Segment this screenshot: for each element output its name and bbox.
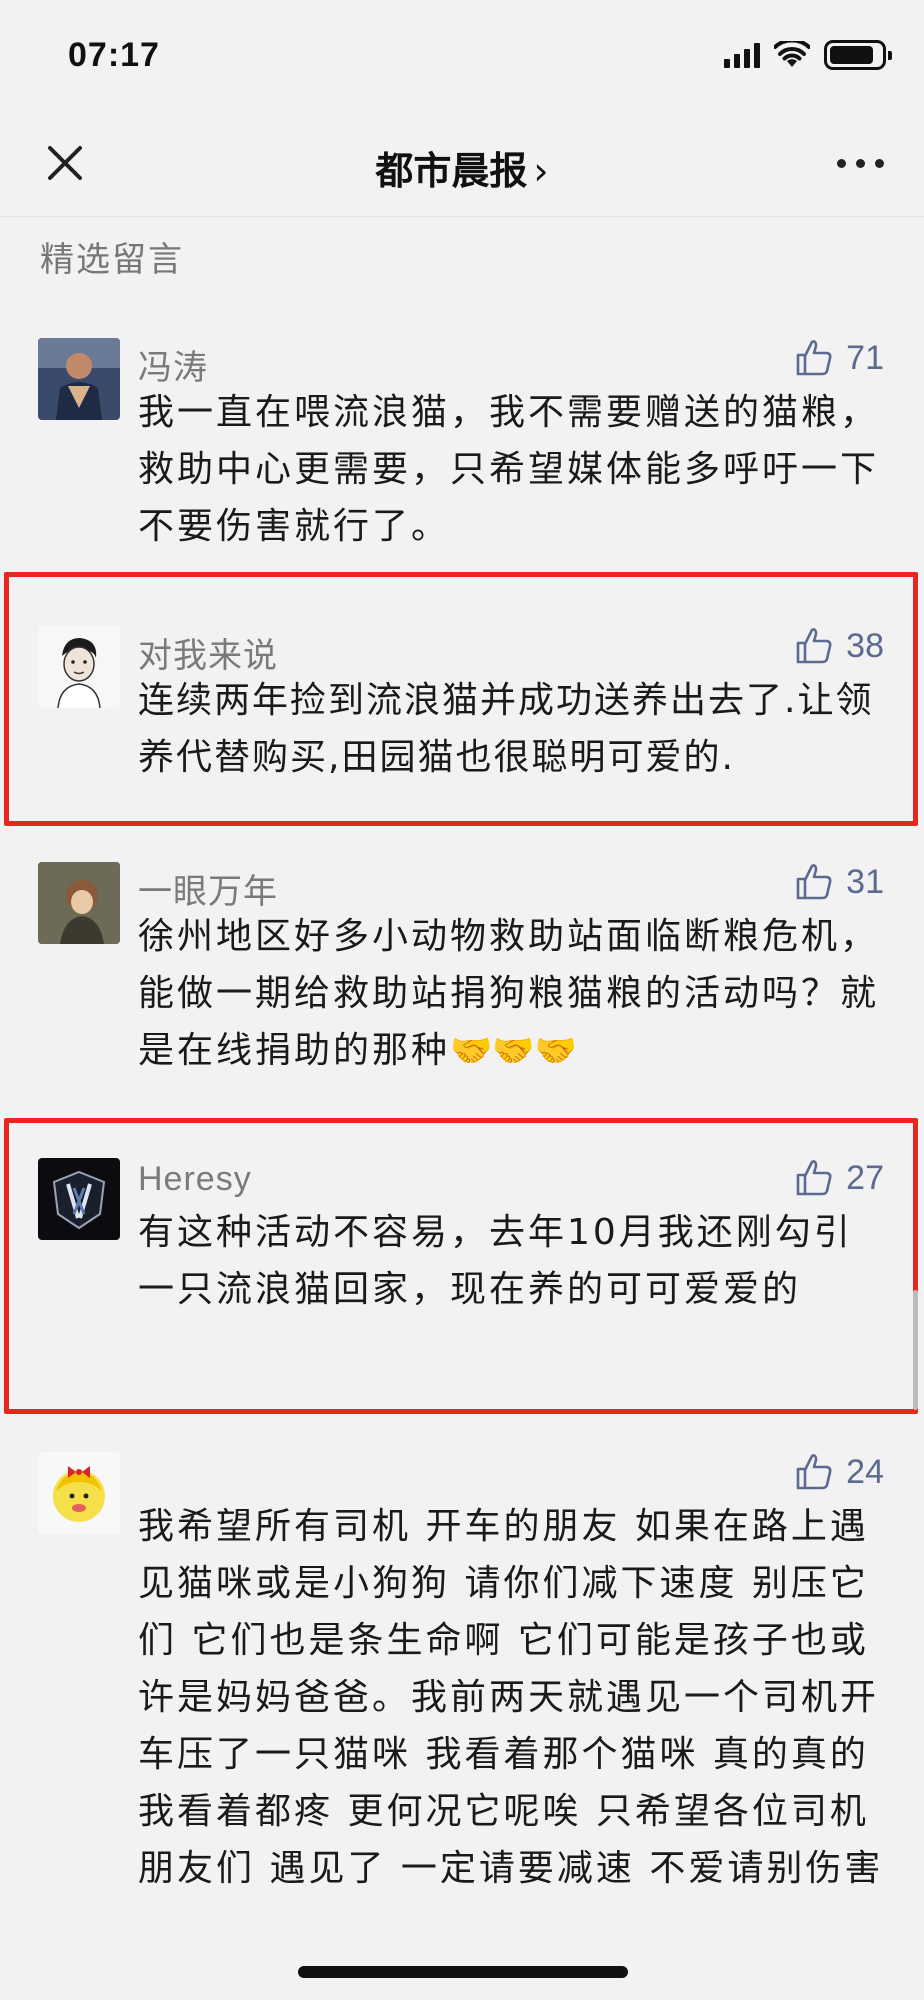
comment-author: Heresy xyxy=(138,1160,252,1198)
avatar[interactable] xyxy=(38,626,120,708)
thumb-up-icon xyxy=(796,1160,832,1196)
avatar[interactable] xyxy=(38,1158,120,1240)
nav-bar: 都市晨报 › xyxy=(0,110,924,216)
like-count: 38 xyxy=(846,626,884,665)
account-name: 都市晨报 xyxy=(375,149,528,193)
signal-icon xyxy=(724,42,760,68)
scrollbar[interactable] xyxy=(913,1290,918,1410)
avatar[interactable] xyxy=(38,1452,120,1534)
home-indicator[interactable] xyxy=(298,1966,628,1978)
comment-author: 对我来说 xyxy=(138,636,278,676)
comment-text: 我希望所有司机 开车的朋友 如果在路上遇见猫咪或是小狗狗 请你们减下速度 别压它… xyxy=(138,1506,884,1889)
comment-text: 徐州地区好多小动物救助站面临断粮危机，能做一期给救助站捐狗粮猫粮的活动吗？就是在… xyxy=(138,908,888,1080)
comment-text: 我一直在喂流浪猫，我不需要赠送的猫粮，救助中心更需要，只希望媒体能多呼吁一下不要… xyxy=(138,392,880,547)
comment-text: 连续两年捡到流浪猫并成功送养出去了.让领养代替购买,田园猫也很聪明可爱的. xyxy=(138,680,874,778)
battery-icon xyxy=(824,40,892,70)
comment-author: 冯涛 xyxy=(138,348,208,388)
status-icons xyxy=(724,40,892,70)
chevron-right-icon: › xyxy=(533,149,549,193)
status-bar: 07:17 xyxy=(0,0,924,110)
thumb-up-icon xyxy=(796,628,832,664)
account-title[interactable]: 都市晨报 › xyxy=(0,140,924,195)
like-button[interactable]: 38 xyxy=(794,626,884,666)
handshake-emoji: 🤝🤝🤝 xyxy=(450,1031,578,1071)
comment-text: 有这种活动不容易，去年10月我还刚勾引一只流浪猫回家，现在养的可可爱爱的 xyxy=(138,1212,853,1310)
like-count: 27 xyxy=(846,1158,884,1197)
like-count: 71 xyxy=(846,338,884,377)
comment-author: 一眼万年 xyxy=(138,872,278,912)
like-count: 24 xyxy=(846,1452,884,1491)
like-count: 31 xyxy=(846,862,884,901)
like-button[interactable]: 27 xyxy=(794,1158,884,1198)
like-button[interactable]: 24 xyxy=(794,1452,884,1492)
divider xyxy=(0,216,924,217)
thumb-up-icon xyxy=(796,864,832,900)
like-button[interactable]: 71 xyxy=(794,338,884,378)
avatar[interactable] xyxy=(38,862,120,944)
avatar[interactable] xyxy=(38,338,120,420)
more-icon[interactable] xyxy=(837,148,884,178)
section-label: 精选留言 xyxy=(40,240,184,280)
thumb-up-icon xyxy=(796,340,832,376)
wifi-icon xyxy=(774,41,810,67)
status-time: 07:17 xyxy=(68,36,160,74)
like-button[interactable]: 31 xyxy=(794,862,884,902)
thumb-up-icon xyxy=(796,1454,832,1490)
